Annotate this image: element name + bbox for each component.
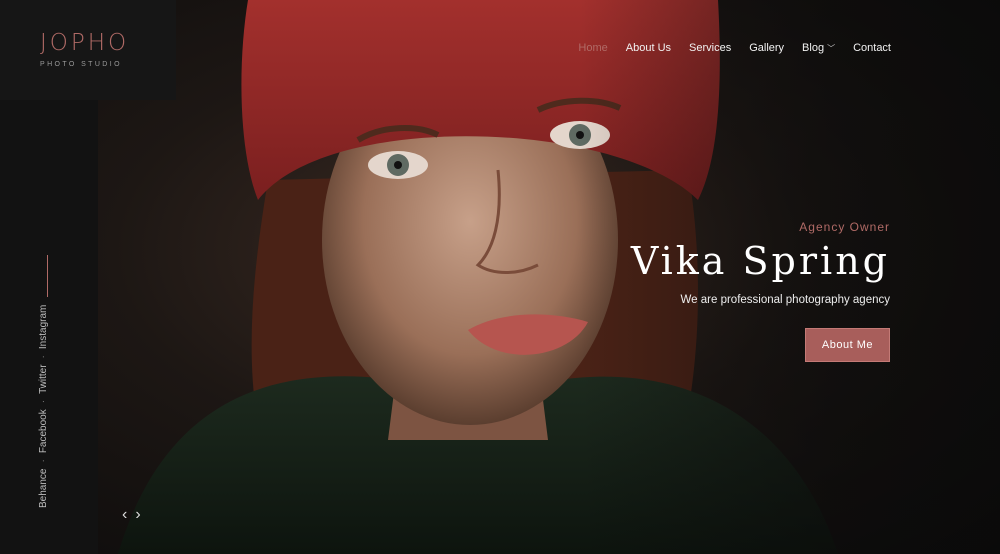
nav-item-contact[interactable]: Contact (853, 42, 891, 54)
nav-item-home[interactable]: Home (578, 42, 607, 54)
social-link-instagram[interactable]: Instagram (38, 305, 49, 349)
chevron-down-icon: ﹀ (827, 44, 836, 53)
nav-item-about-us[interactable]: About Us (626, 42, 671, 54)
hero-subtitle: Agency Owner (799, 220, 890, 234)
nav-item-gallery[interactable]: Gallery (749, 42, 784, 54)
logo[interactable]: JOPHO PHOTO STUDIO (0, 0, 176, 100)
social-separator: · (38, 399, 49, 404)
arrow-right-icon[interactable]: › (135, 506, 140, 524)
logo-name: JOPHO (40, 30, 130, 56)
arrow-left-icon[interactable]: ‹ (122, 506, 127, 524)
nav-item-services[interactable]: Services (689, 42, 731, 54)
social-link-twitter[interactable]: Twitter (38, 364, 49, 393)
social-separator: · (38, 355, 49, 359)
hero-description: We are professional photography agency (680, 293, 890, 306)
nav-item-blog[interactable]: Blog ﹀ (802, 42, 835, 54)
social-divider-line (47, 255, 48, 297)
hero-title: Vika Spring (630, 239, 890, 283)
social-link-behance[interactable]: Behance (38, 469, 49, 508)
social-separator: · (38, 459, 49, 463)
main-nav: Home About Us Services Gallery Blog ﹀ Con… (578, 42, 891, 54)
logo-tagline: PHOTO STUDIO (40, 61, 122, 68)
nav-item-blog-label: Blog (802, 42, 825, 54)
hero-text-block: Agency Owner Vika Spring We are professi… (631, 220, 890, 362)
about-me-button[interactable]: About Me (804, 327, 890, 362)
social-link-facebook[interactable]: Facebook (38, 409, 49, 453)
slider-arrows: ‹ › (122, 506, 141, 524)
social-links: Behance · Facebook · Twitter · Instagram (38, 305, 49, 508)
